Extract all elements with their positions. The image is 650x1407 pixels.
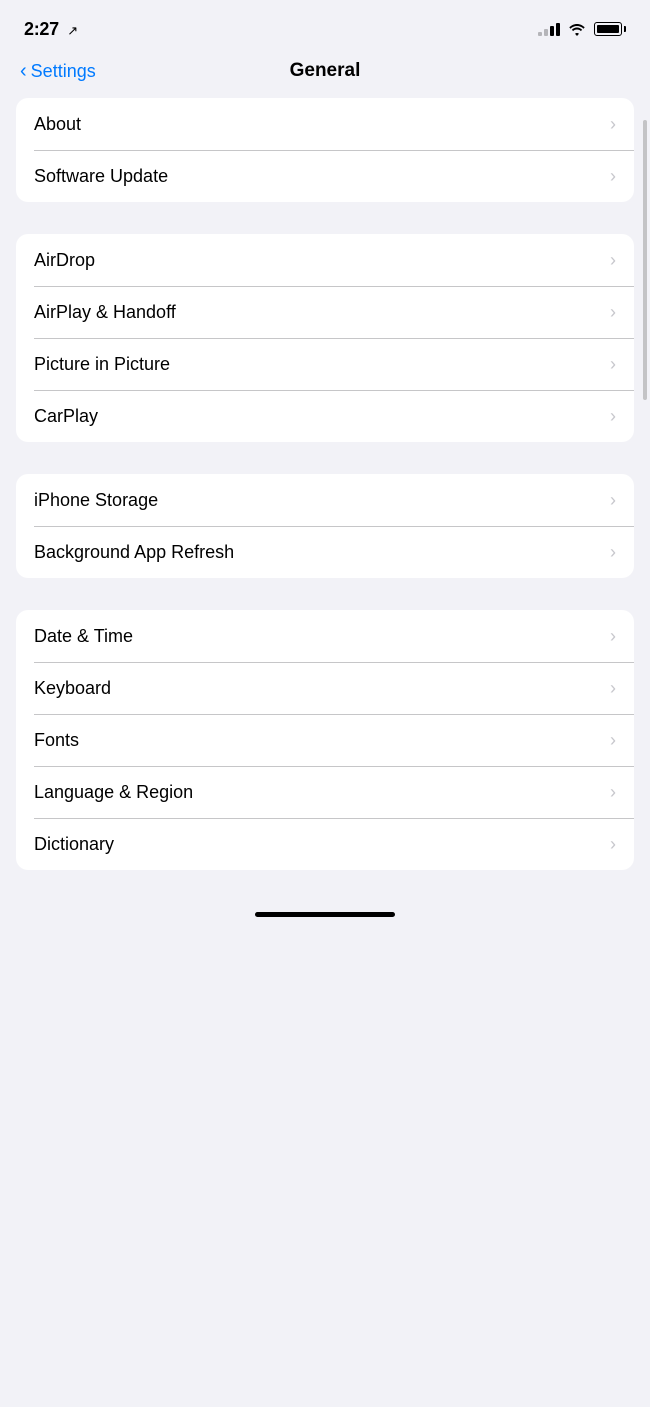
settings-container: About › Software Update › AirDrop › AirP… <box>0 98 650 870</box>
settings-group-4: Date & Time › Keyboard › Fonts › Languag… <box>16 610 634 870</box>
fonts-chevron-icon: › <box>610 730 616 751</box>
back-label: Settings <box>31 61 96 82</box>
status-time-area: 2:27 ↗ <box>24 19 78 40</box>
carplay-label: CarPlay <box>34 406 98 427</box>
fonts-label: Fonts <box>34 730 79 751</box>
date-time-label: Date & Time <box>34 626 133 647</box>
background-app-refresh-item[interactable]: Background App Refresh › <box>16 526 634 578</box>
airplay-handoff-item[interactable]: AirPlay & Handoff › <box>16 286 634 338</box>
dictionary-label: Dictionary <box>34 834 114 855</box>
home-indicator-bar <box>255 912 395 917</box>
signal-icon <box>538 22 560 36</box>
language-region-label: Language & Region <box>34 782 193 803</box>
software-update-item[interactable]: Software Update › <box>16 150 634 202</box>
airdrop-item[interactable]: AirDrop › <box>16 234 634 286</box>
iphone-storage-item[interactable]: iPhone Storage › <box>16 474 634 526</box>
nav-header: ‹ Settings General <box>0 52 650 98</box>
keyboard-item[interactable]: Keyboard › <box>16 662 634 714</box>
home-indicator <box>0 902 650 933</box>
status-indicators <box>538 22 626 36</box>
language-region-item[interactable]: Language & Region › <box>16 766 634 818</box>
settings-group-1: About › Software Update › <box>16 98 634 202</box>
airplay-handoff-chevron-icon: › <box>610 302 616 323</box>
back-button[interactable]: ‹ Settings <box>20 61 96 82</box>
status-bar: 2:27 ↗ <box>0 0 650 52</box>
dictionary-chevron-icon: › <box>610 834 616 855</box>
background-app-refresh-chevron-icon: › <box>610 542 616 563</box>
software-update-label: Software Update <box>34 166 168 187</box>
settings-group-3: iPhone Storage › Background App Refresh … <box>16 474 634 578</box>
iphone-storage-label: iPhone Storage <box>34 490 158 511</box>
airdrop-chevron-icon: › <box>610 250 616 271</box>
carplay-item[interactable]: CarPlay › <box>16 390 634 442</box>
keyboard-label: Keyboard <box>34 678 111 699</box>
settings-group-2: AirDrop › AirPlay & Handoff › Picture in… <box>16 234 634 442</box>
battery-icon <box>594 22 626 36</box>
status-time: 2:27 <box>24 19 59 39</box>
dictionary-item[interactable]: Dictionary › <box>16 818 634 870</box>
software-update-chevron-icon: › <box>610 166 616 187</box>
location-icon: ↗ <box>67 23 78 38</box>
airplay-handoff-label: AirPlay & Handoff <box>34 302 176 323</box>
carplay-chevron-icon: › <box>610 406 616 427</box>
picture-in-picture-item[interactable]: Picture in Picture › <box>16 338 634 390</box>
back-chevron-icon: ‹ <box>20 61 27 81</box>
background-app-refresh-label: Background App Refresh <box>34 542 234 563</box>
iphone-storage-chevron-icon: › <box>610 490 616 511</box>
page-title: General <box>290 60 361 82</box>
about-label: About <box>34 114 81 135</box>
date-time-chevron-icon: › <box>610 626 616 647</box>
keyboard-chevron-icon: › <box>610 678 616 699</box>
picture-in-picture-label: Picture in Picture <box>34 354 170 375</box>
language-region-chevron-icon: › <box>610 782 616 803</box>
date-time-item[interactable]: Date & Time › <box>16 610 634 662</box>
scrollbar[interactable] <box>643 120 647 400</box>
wifi-icon <box>568 22 586 36</box>
about-chevron-icon: › <box>610 114 616 135</box>
about-item[interactable]: About › <box>16 98 634 150</box>
airdrop-label: AirDrop <box>34 250 95 271</box>
fonts-item[interactable]: Fonts › <box>16 714 634 766</box>
picture-in-picture-chevron-icon: › <box>610 354 616 375</box>
